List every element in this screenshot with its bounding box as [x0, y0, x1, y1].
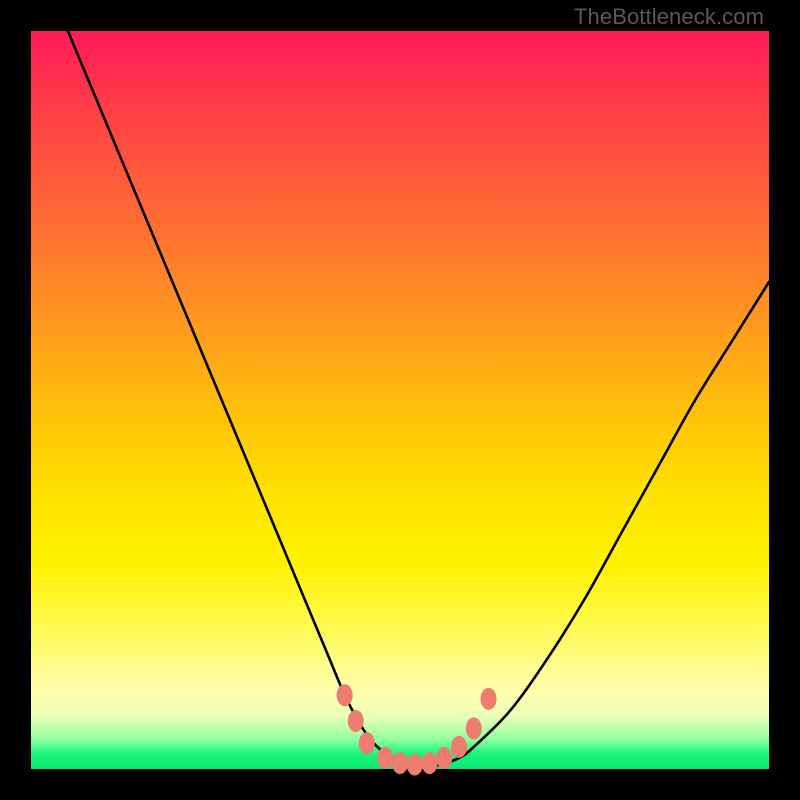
bottleneck-curve [68, 31, 769, 766]
curve-layer [68, 31, 769, 766]
valley-marker [359, 732, 375, 754]
chart-svg [31, 31, 769, 769]
watermark-text: TheBottleneck.com [574, 4, 764, 30]
valley-marker [377, 747, 393, 769]
valley-marker [392, 752, 408, 774]
valley-marker [422, 752, 438, 774]
valley-marker [407, 754, 423, 776]
valley-marker [481, 688, 497, 710]
valley-marker [337, 684, 353, 706]
valley-markers [337, 684, 497, 775]
valley-marker [466, 717, 482, 739]
valley-marker [451, 736, 467, 758]
valley-marker [436, 747, 452, 769]
chart-frame: TheBottleneck.com [0, 0, 800, 800]
valley-marker [348, 710, 364, 732]
